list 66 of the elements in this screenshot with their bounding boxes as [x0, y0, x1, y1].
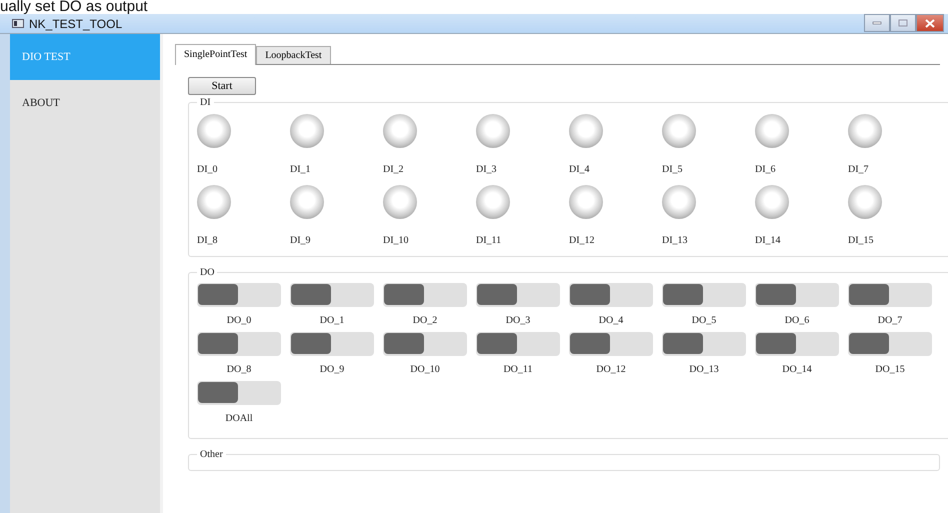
caption-text: ually set DO as output: [0, 0, 148, 14]
output-label: DO_4: [598, 315, 624, 326]
output-label: DO_3: [506, 315, 530, 326]
toggle-switch[interactable]: [662, 283, 746, 307]
maximize-button[interactable]: [890, 14, 916, 32]
output-label: DO_0: [226, 315, 252, 326]
output-label: DO_7: [878, 315, 902, 326]
output-label: DO_8: [226, 364, 252, 375]
toggle-switch[interactable]: [383, 283, 467, 307]
input-label: DI_5: [662, 164, 683, 175]
output-label: DO_13: [689, 364, 719, 375]
start-button[interactable]: Start: [188, 77, 256, 95]
toggle-switch[interactable]: [755, 283, 839, 307]
input-label: DI_0: [197, 164, 218, 175]
input-label: DI_4: [569, 164, 590, 175]
output-label: DO_5: [692, 315, 716, 326]
output-label: DO_12: [596, 364, 626, 375]
toggle-switch[interactable]: [197, 381, 281, 405]
app-icon: [12, 19, 24, 28]
toggle-switch[interactable]: [662, 332, 746, 356]
group-title: DO: [199, 267, 216, 278]
output-label: DO_2: [412, 315, 438, 326]
toggle-switch[interactable]: [569, 332, 653, 356]
output-label: DO_14: [782, 364, 812, 375]
toggle-switch[interactable]: [383, 332, 467, 356]
output-label: DO_15: [875, 364, 905, 375]
group-title: DI: [199, 97, 212, 108]
output-label: DOAll: [225, 413, 253, 424]
input-label: DI_15: [848, 235, 874, 246]
input-label: DI_1: [290, 164, 311, 175]
close-icon: [925, 18, 935, 28]
output-label: DO_6: [784, 315, 810, 326]
minimize-icon: [872, 21, 882, 25]
input-label: DI_12: [569, 235, 595, 246]
output-label: DO_11: [503, 364, 533, 375]
output-label: DO_1: [320, 315, 344, 326]
output-label: DO_9: [320, 364, 344, 375]
toggle-switch[interactable]: [476, 283, 560, 307]
tab[interactable]: SinglePointTest: [175, 44, 256, 65]
toggle-switch[interactable]: [476, 332, 560, 356]
input-label: DI_13: [662, 235, 688, 246]
toggle-switch[interactable]: [290, 283, 374, 307]
input-label: DI_14: [755, 235, 781, 246]
maximize-icon: [898, 19, 908, 27]
output-label: DO_10: [410, 364, 440, 375]
toggle-switch[interactable]: [848, 283, 932, 307]
input-label: DI_10: [383, 235, 409, 246]
window-title: NK_TEST_TOOL: [29, 16, 122, 30]
input-label: DI_3: [476, 164, 497, 175]
input-label: DI_6: [755, 164, 776, 175]
input-label: DI_9: [290, 235, 311, 246]
group-title: Other: [199, 449, 224, 460]
toggle-switch[interactable]: [755, 332, 839, 356]
toggle-switch[interactable]: [569, 283, 653, 307]
input-label: DI_8: [197, 235, 218, 246]
sidebar-item[interactable]: ABOUT: [10, 80, 160, 126]
toggle-switch[interactable]: [197, 283, 281, 307]
input-label: DI_7: [848, 164, 869, 175]
minimize-button[interactable]: [864, 14, 890, 32]
close-button[interactable]: [916, 14, 944, 32]
input-label: DI_11: [476, 235, 502, 246]
toggle-switch[interactable]: [197, 332, 281, 356]
input-label: DI_2: [383, 164, 404, 175]
tab[interactable]: LoopbackTest: [256, 46, 331, 64]
toggle-switch[interactable]: [290, 332, 374, 356]
toggle-switch[interactable]: [848, 332, 932, 356]
